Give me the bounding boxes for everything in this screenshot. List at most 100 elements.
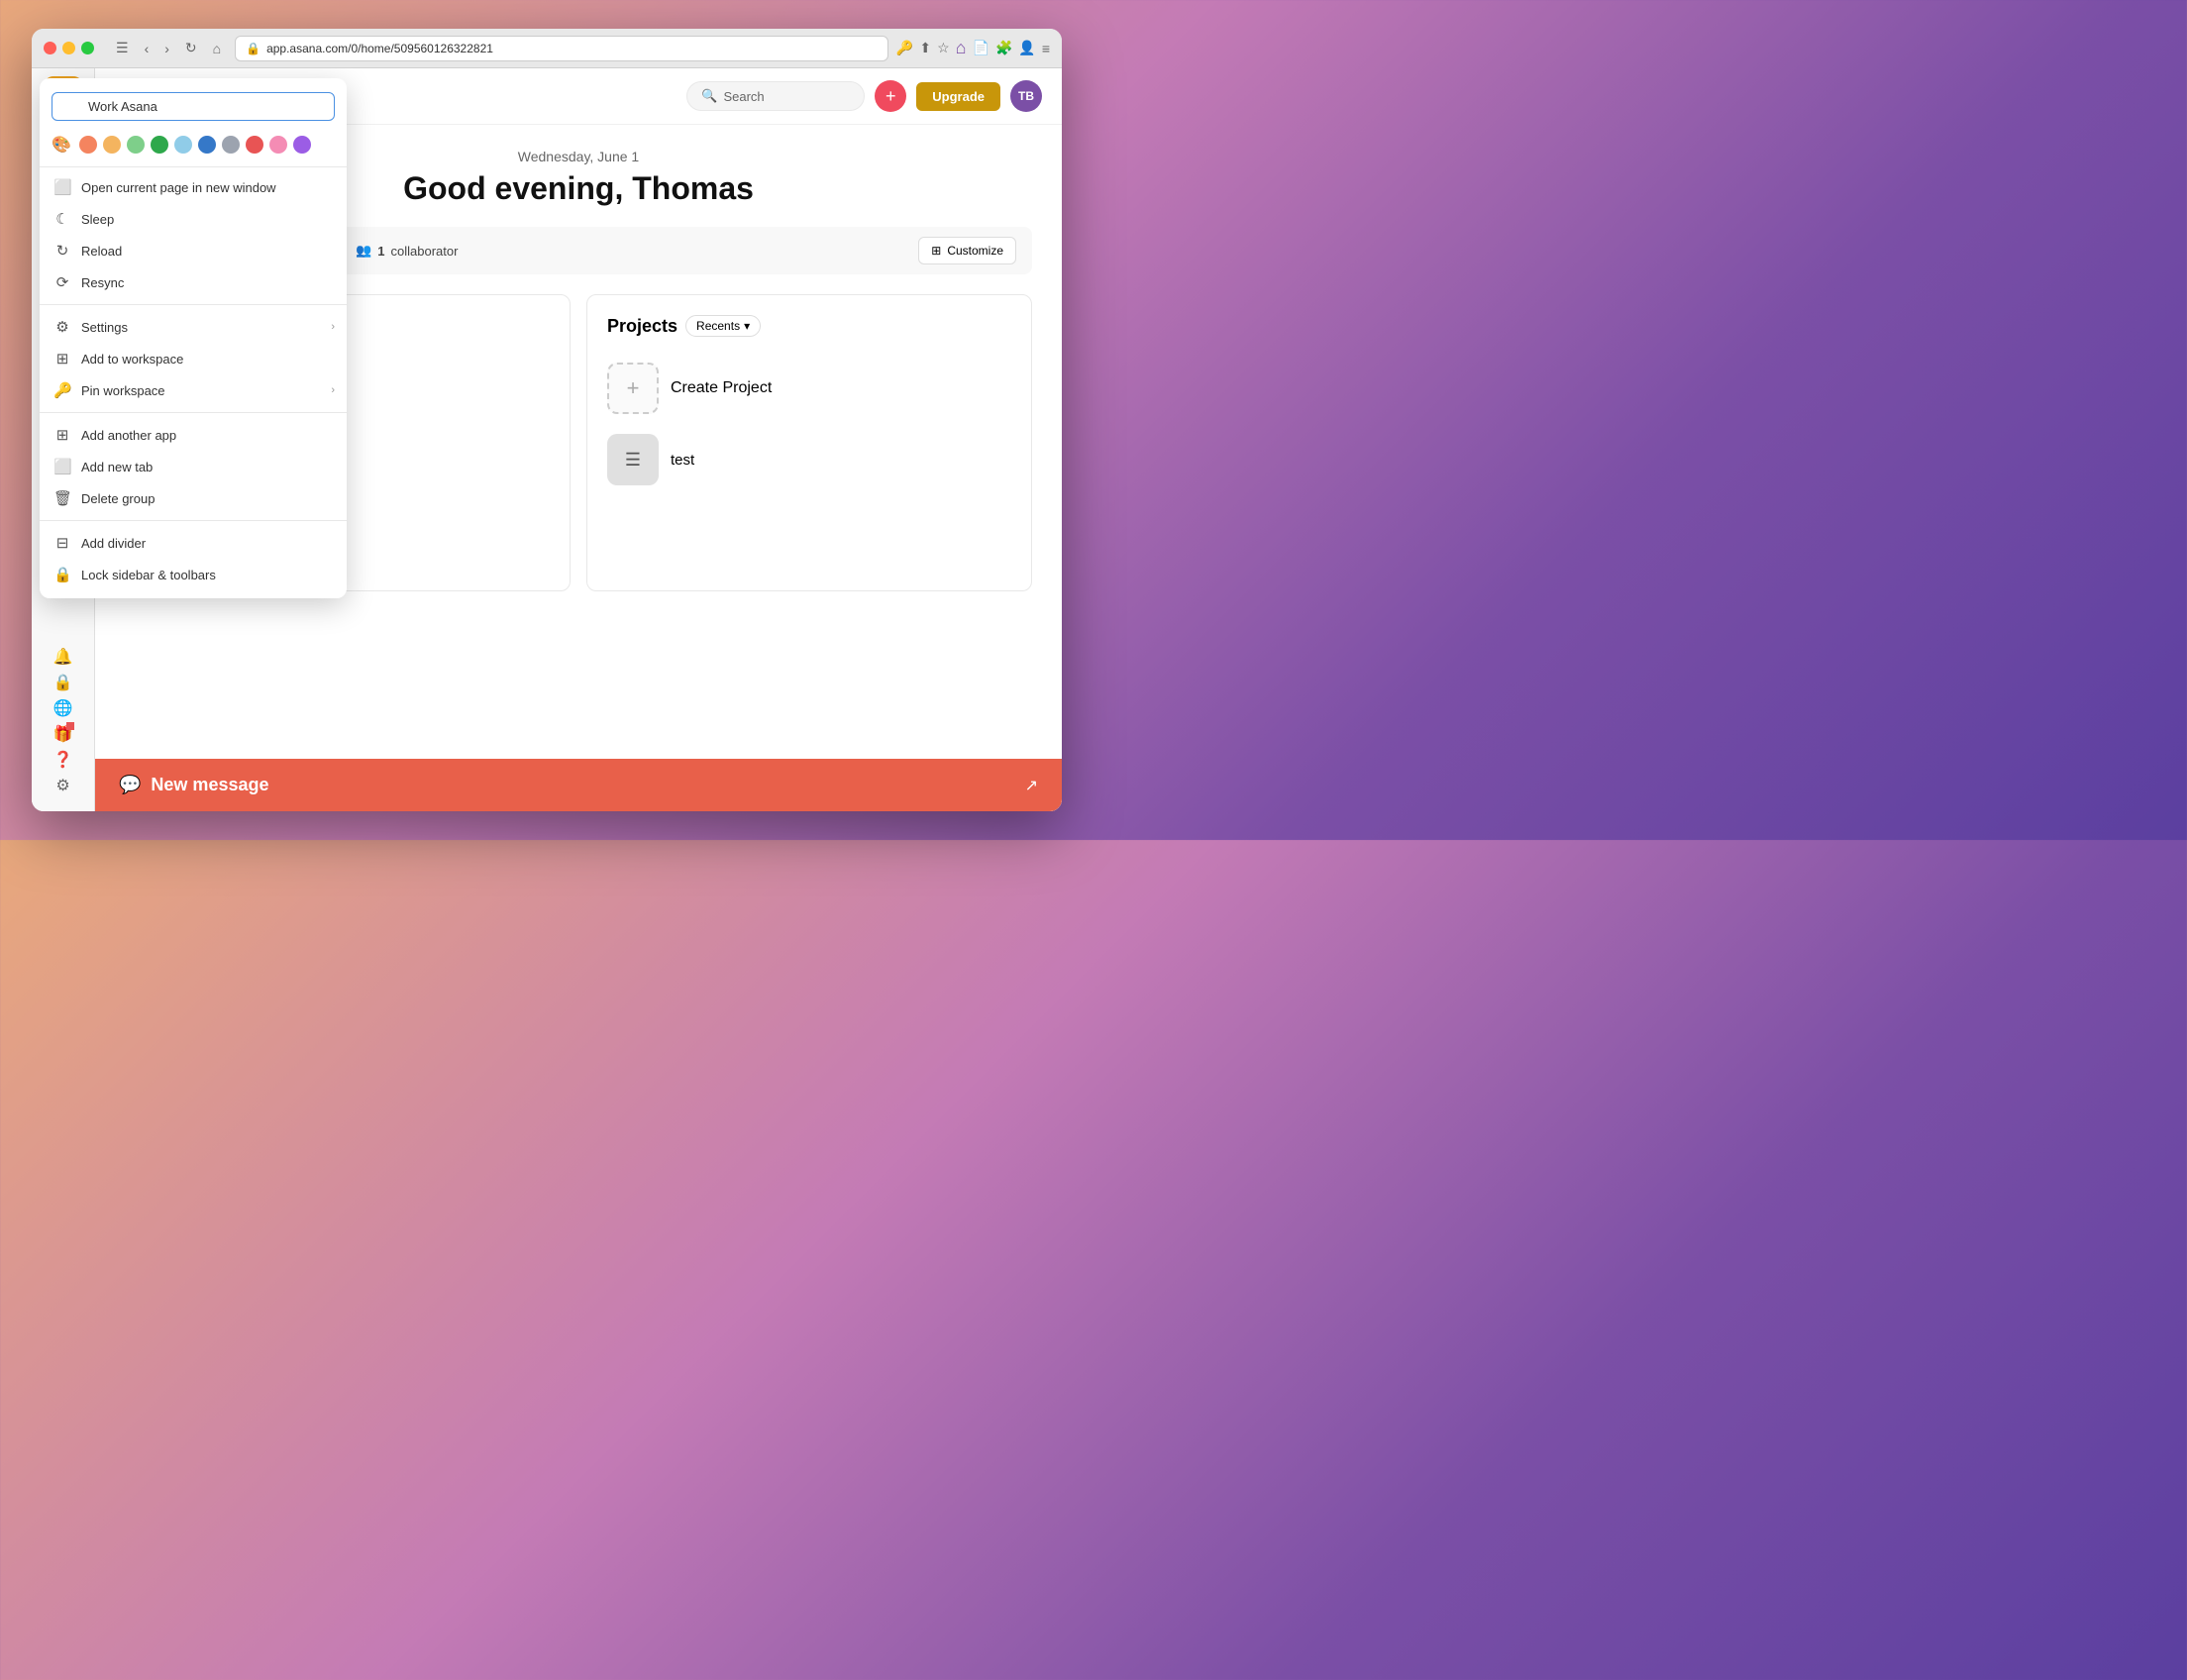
search-bar[interactable]: 🔍 Search <box>686 81 865 111</box>
gift-icon[interactable]: 🎁 <box>53 724 73 744</box>
collaborators-label: collaborator <box>391 244 459 259</box>
collaborators-count: 1 <box>377 244 384 259</box>
create-project-item[interactable]: + Create Project <box>607 353 1011 424</box>
add-button[interactable]: + <box>875 80 906 112</box>
recents-button[interactable]: Recents ▾ <box>685 315 761 337</box>
new-message-bar[interactable]: 💬 New message ↗ <box>95 759 1062 811</box>
title-bar: ☰ ‹ › ↻ ⌂ 🔒 app.asana.com/0/home/5095601… <box>32 29 1062 68</box>
menu-item-add-tab[interactable]: ⬜ Add new tab <box>40 451 347 482</box>
maximize-button[interactable] <box>81 42 94 54</box>
settings-sidebar-icon[interactable]: ⚙ <box>55 776 69 795</box>
menu-item-label: Lock sidebar & toolbars <box>81 568 216 582</box>
menu-divider-2 <box>40 304 347 305</box>
add-divider-icon: ⊟ <box>53 534 71 552</box>
search-placeholder: Search <box>723 89 764 104</box>
menu-input-row: ⊞ <box>40 86 347 131</box>
home-ext-icon[interactable]: ⌂ <box>956 38 967 58</box>
search-icon: 🔍 <box>701 88 717 104</box>
sidebar-bottom: 🔔 🔒 🌐 🎁 ❓ ⚙ <box>53 647 73 803</box>
customize-button[interactable]: ⊞ Customize <box>918 237 1016 264</box>
project-list-item[interactable]: ☰ test <box>607 424 1011 495</box>
back-button[interactable]: ☰ <box>110 36 135 60</box>
menu-item-label: Add divider <box>81 536 146 551</box>
star-icon[interactable]: ☆ <box>937 40 950 56</box>
home-button[interactable]: ⌂ <box>207 36 227 60</box>
menu-item-label: Add another app <box>81 428 176 443</box>
resync-icon: ⟳ <box>53 273 71 291</box>
menu-item-resync[interactable]: ⟳ Resync <box>40 266 347 298</box>
menu-item-add-app[interactable]: ⊞ Add another app <box>40 419 347 451</box>
open-page-icon: ⬜ <box>53 178 71 196</box>
toolbar-icons: 🔑 ⬆ ☆ ⌂ 📄 🧩 👤 ≡ <box>896 38 1050 58</box>
user-avatar[interactable]: TB <box>1010 80 1042 112</box>
workspace-name-input[interactable] <box>52 92 335 121</box>
browser-window: ☰ ‹ › ↻ ⌂ 🔒 app.asana.com/0/home/5095601… <box>32 29 1062 811</box>
color-gray[interactable] <box>222 136 240 154</box>
color-purple[interactable] <box>293 136 311 154</box>
url-text: app.asana.com/0/home/509560126322821 <box>266 42 493 55</box>
menu-item-label: Delete group <box>81 491 155 506</box>
share-icon[interactable]: ⬆ <box>919 40 931 56</box>
menu-item-label: Settings <box>81 320 128 335</box>
menu-item-add-workspace[interactable]: ⊞ Add to workspace <box>40 343 347 374</box>
menu-item-sleep[interactable]: ☾ Sleep <box>40 203 347 235</box>
project-icon: ☰ <box>607 434 659 485</box>
color-light-green[interactable] <box>127 136 145 154</box>
color-red[interactable] <box>246 136 263 154</box>
projects-card: Projects Recents ▾ + Create Project ☰ <box>586 294 1032 591</box>
browser-content: ⊞ A + 🔔 🔒 🌐 🎁 ❓ ⚙ 🔍 Sea <box>32 68 1062 811</box>
color-palette-icon: 🎨 <box>52 135 71 155</box>
projects-title: Projects <box>607 316 677 337</box>
nav-buttons: ☰ ‹ › ↻ ⌂ <box>110 36 227 60</box>
reload-button[interactable]: ↻ <box>179 36 203 60</box>
close-button[interactable] <box>44 42 56 54</box>
project-name: test <box>671 452 694 469</box>
people-icon: 👥 <box>356 243 371 259</box>
color-pink[interactable] <box>269 136 287 154</box>
pin-icon: 🔑 <box>53 381 71 399</box>
menu-item-lock-sidebar[interactable]: 🔒 Lock sidebar & toolbars <box>40 559 347 590</box>
menu-item-pin-workspace[interactable]: 🔑 Pin workspace › <box>40 374 347 406</box>
user-icon[interactable]: 👤 <box>1018 40 1035 56</box>
delete-icon: 🗑 <box>53 489 71 507</box>
menu-item-label: Add to workspace <box>81 352 183 367</box>
forward-arrow-button[interactable]: › <box>158 36 175 60</box>
menu-item-label: Add new tab <box>81 460 153 474</box>
menu-item-add-divider[interactable]: ⊟ Add divider <box>40 527 347 559</box>
new-message-label: New message <box>151 775 268 795</box>
chevron-right-icon-2: › <box>331 384 335 396</box>
color-orange[interactable] <box>79 136 97 154</box>
menu-item-open-page[interactable]: ⬜ Open current page in new window <box>40 171 347 203</box>
color-light-blue[interactable] <box>174 136 192 154</box>
message-icon: 💬 <box>119 775 141 795</box>
color-yellow-orange[interactable] <box>103 136 121 154</box>
menu-icon[interactable]: ≡ <box>1042 41 1050 56</box>
key-icon[interactable]: 🔑 <box>896 40 913 56</box>
address-bar[interactable]: 🔒 app.asana.com/0/home/509560126322821 <box>235 36 888 61</box>
minimize-button[interactable] <box>62 42 75 54</box>
context-menu[interactable]: ⊞ 🎨 <box>40 78 347 598</box>
expand-icon[interactable]: ↗ <box>1025 776 1038 795</box>
globe-icon[interactable]: 🌐 <box>53 698 73 718</box>
lock-sidebar-icon[interactable]: 🔒 <box>53 673 73 692</box>
lock-icon: 🔒 <box>246 42 260 55</box>
menu-item-reload[interactable]: ↻ Reload <box>40 235 347 266</box>
notification-icon[interactable]: 🔔 <box>53 647 73 667</box>
sleep-icon: ☾ <box>53 210 71 228</box>
traffic-lights <box>44 42 94 54</box>
upgrade-button[interactable]: Upgrade <box>916 82 1000 111</box>
add-workspace-icon: ⊞ <box>53 350 71 368</box>
menu-item-settings[interactable]: ⚙ Settings › <box>40 311 347 343</box>
recents-label: Recents <box>696 319 740 333</box>
menu-divider-3 <box>40 412 347 413</box>
menu-item-delete-group[interactable]: 🗑 Delete group <box>40 482 347 514</box>
menu-item-label: Open current page in new window <box>81 180 276 195</box>
create-project-button[interactable]: + <box>607 363 659 414</box>
reload-icon: ↻ <box>53 242 71 260</box>
color-green[interactable] <box>151 136 168 154</box>
back-arrow-button[interactable]: ‹ <box>139 36 156 60</box>
extension-icon[interactable]: 📄 <box>973 40 989 56</box>
help-icon[interactable]: ❓ <box>53 750 73 770</box>
puzzle-icon[interactable]: 🧩 <box>995 40 1012 56</box>
color-blue[interactable] <box>198 136 216 154</box>
